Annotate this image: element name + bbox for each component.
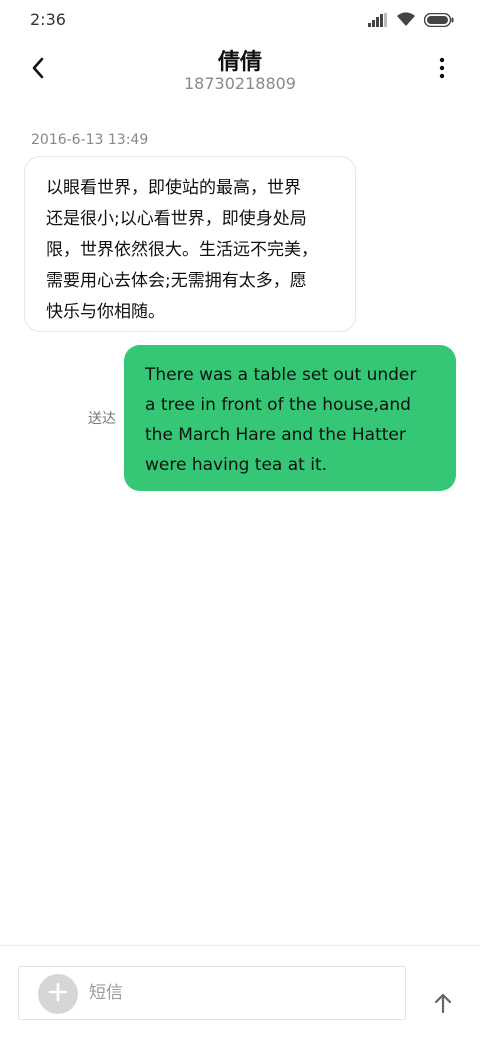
contact-name: 倩倩: [217, 50, 262, 75]
status-time: 2:36: [30, 10, 66, 29]
wifi-icon: [396, 12, 416, 31]
conversation-header: 倩倩 18730218809: [0, 40, 480, 104]
message-line: 需要用心去体会;无需拥有太多，愿: [46, 271, 307, 291]
battery-icon: [423, 12, 454, 31]
message-timestamp: 2016-6-13 13:49: [31, 132, 149, 148]
send-button[interactable]: [428, 990, 458, 1020]
message-line: 限，世界依然很大。生活远不完美，: [46, 240, 318, 260]
message-line: 快乐与你相随。: [46, 302, 165, 322]
more-vertical-icon: [439, 57, 445, 83]
add-icon: [48, 982, 68, 1006]
delivery-status: 送达: [88, 411, 116, 427]
add-attachment-button[interactable]: [38, 974, 78, 1014]
status-icons: [368, 12, 454, 31]
incoming-message-bubble[interactable]: 以眼看世界，即使站的最高，世界 还是很小;以心看世界，即使身处局 限，世界依然很…: [24, 156, 356, 332]
signal-icon: [368, 12, 388, 31]
composer-divider: [0, 945, 480, 946]
contact-phone-number: 18730218809: [184, 74, 296, 93]
message-line: the March Hare and the Hatter: [145, 425, 406, 445]
status-bar: 2:36: [0, 0, 480, 40]
message-line: There was a table set out under: [145, 365, 417, 385]
message-line: 以眼看世界，即使站的最高，世界: [46, 178, 301, 198]
message-input[interactable]: [89, 967, 389, 1019]
composer: [18, 966, 406, 1020]
message-line: 还是很小;以心看世界，即使身处局: [46, 209, 307, 229]
send-arrow-icon: [433, 992, 453, 1018]
more-options-button[interactable]: [426, 54, 458, 86]
outgoing-message-bubble[interactable]: There was a table set out under a tree i…: [124, 345, 456, 491]
message-line: a tree in front of the house,and: [145, 395, 411, 415]
message-line: were having tea at it.: [145, 455, 328, 475]
